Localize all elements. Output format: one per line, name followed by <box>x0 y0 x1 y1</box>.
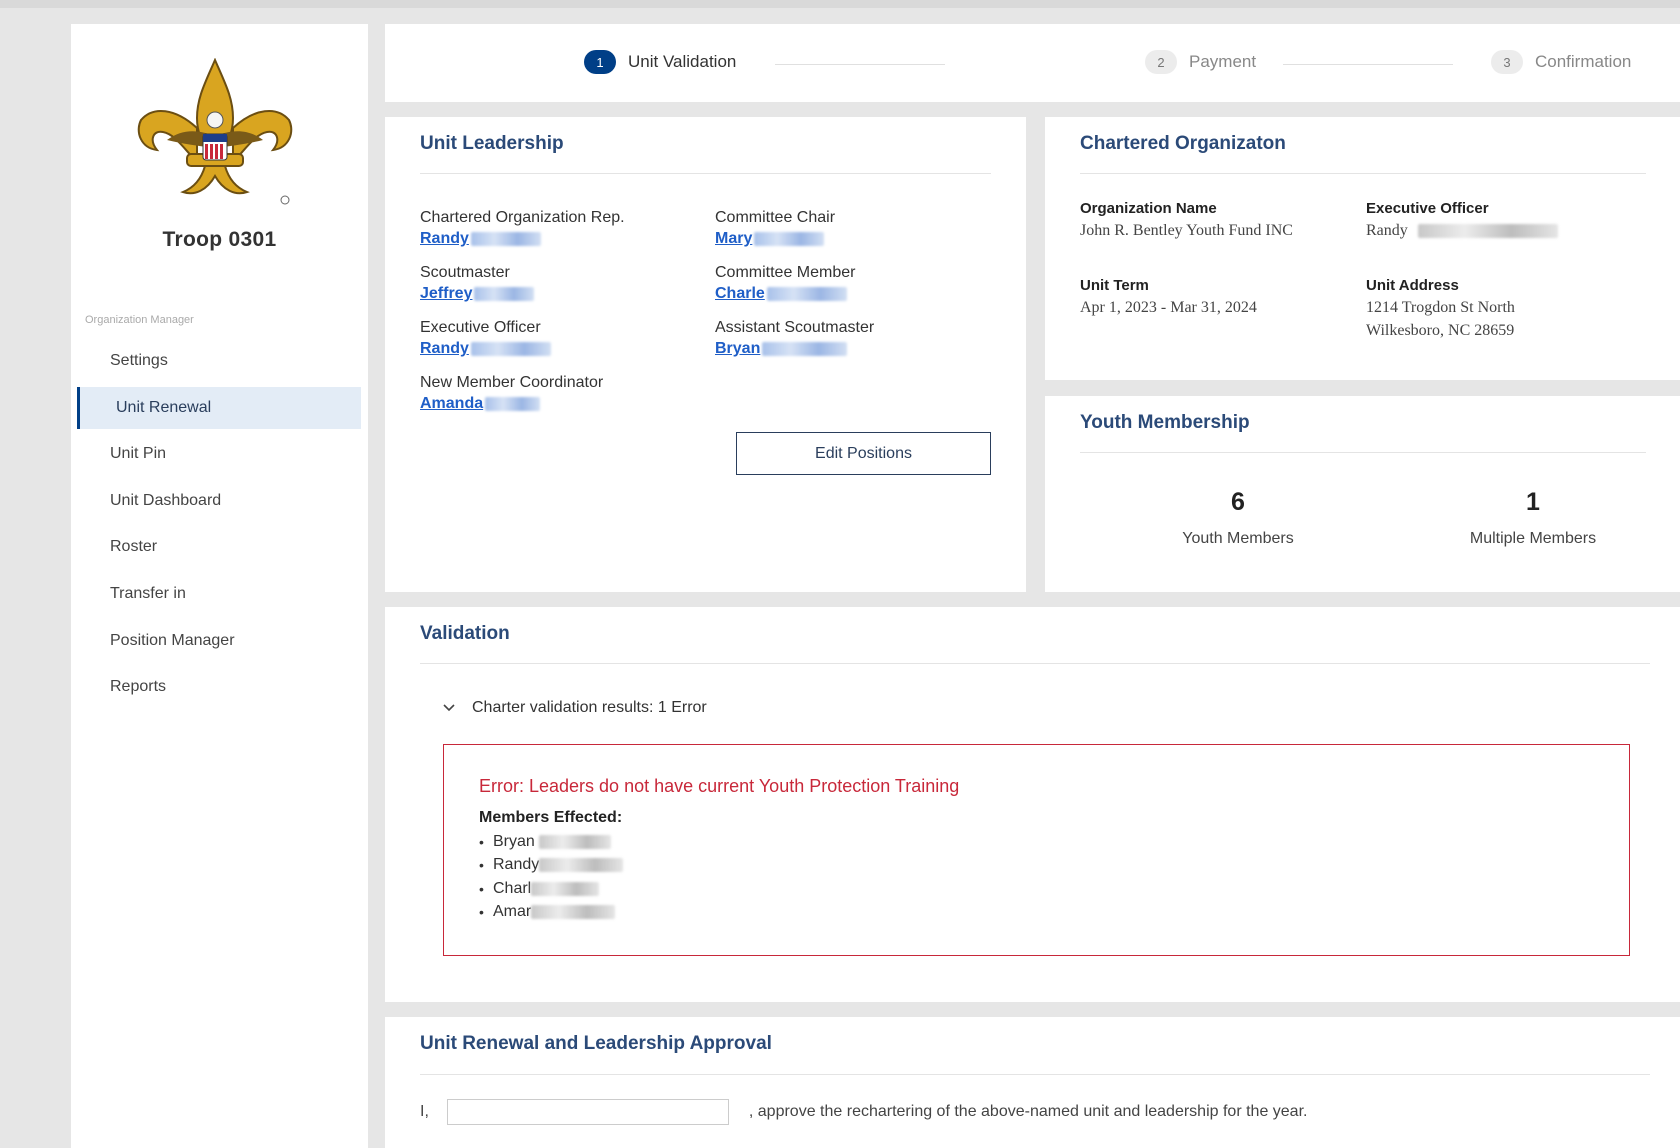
card-title: Unit Leadership <box>420 133 564 154</box>
step-number: 2 <box>1145 50 1177 74</box>
divider <box>420 173 991 174</box>
leader-name-link[interactable]: Jeffrey <box>420 283 535 305</box>
list-item: • Charl <box>479 877 623 901</box>
stat-value: 1 <box>1526 488 1540 516</box>
validation-results-text: Charter validation results: 1 Error <box>472 699 707 716</box>
divider <box>1080 452 1646 453</box>
sidebar-item-unit-dashboard[interactable]: Unit Dashboard <box>77 480 361 522</box>
leader-entry: Executive Officer Randy <box>420 318 551 360</box>
step-label: Unit Validation <box>628 52 737 71</box>
list-item: • Amar <box>479 901 623 925</box>
section-label: Organization Manager <box>85 314 194 326</box>
approval-statement: I, , approve the rechartering of the abo… <box>420 1099 1307 1125</box>
card-title: Validation <box>420 623 510 644</box>
unit-address-field: Unit Address 1214 Trogdon St North Wilke… <box>1366 276 1656 342</box>
card-title: Chartered Organizaton <box>1080 133 1286 154</box>
exec-officer-value: Randy <box>1366 219 1636 242</box>
step-confirmation: 3 Confirmation <box>1491 50 1631 74</box>
leader-position: Executive Officer <box>420 319 541 336</box>
field-label: Organization Name <box>1080 200 1217 217</box>
stat-label: Multiple Members <box>1469 530 1597 547</box>
leader-name-link[interactable]: Bryan <box>715 338 874 360</box>
exec-officer-field: Executive Officer Randy <box>1366 199 1636 242</box>
divider <box>420 1074 1650 1075</box>
address-line-2: Wilkesboro, NC 28659 <box>1366 322 1515 339</box>
address-line-1: 1214 Trogdon St North <box>1366 299 1515 316</box>
leader-entry: Committee Chair Mary <box>715 208 835 250</box>
unit-name: Troop 0301 <box>162 228 277 251</box>
org-name-value: John R. Bentley Youth Fund INC <box>1080 222 1293 239</box>
top-strip <box>0 0 1680 8</box>
multiple-members-stat: 1 Multiple Members <box>1423 488 1643 548</box>
leader-position: Committee Chair <box>715 209 836 226</box>
approval-card: Unit Renewal and Leadership Approval I, … <box>385 1017 1680 1148</box>
leader-name-link[interactable]: Amanda <box>420 393 603 415</box>
approval-prefix: I, <box>420 1103 429 1120</box>
unit-term-field: Unit Term Apr 1, 2023 - Mar 31, 2024 <box>1080 276 1350 319</box>
leader-entry: Chartered Organization Rep. Randy <box>420 208 625 250</box>
error-alert: Error: Leaders do not have current Youth… <box>443 744 1630 956</box>
members-effected-list: • Bryan • Randy • Charl • Amar <box>479 830 624 925</box>
youth-membership-card: Youth Membership 6 Youth Members 1 Multi… <box>1045 396 1680 592</box>
step-label: Payment <box>1189 52 1257 71</box>
leader-position: Committee Member <box>715 264 856 281</box>
stat-value: 6 <box>1231 488 1245 516</box>
leader-entry: New Member Coordinator Amanda <box>420 373 603 415</box>
members-effected-label: Members Effected: <box>479 809 623 826</box>
validation-card: Validation Charter validation results: 1… <box>385 607 1680 1002</box>
leader-name-link[interactable]: Randy <box>420 338 551 360</box>
leader-entry: Scoutmaster Jeffrey <box>420 263 535 305</box>
edit-positions-button[interactable]: Edit Positions <box>736 432 991 475</box>
divider <box>1080 173 1646 174</box>
sidebar-nav: Settings Unit Renewal Unit Pin Unit Dash… <box>77 340 361 713</box>
leader-position: New Member Coordinator <box>420 374 604 391</box>
step-number: 3 <box>1491 50 1523 74</box>
leader-position: Scoutmaster <box>420 264 510 281</box>
leader-name-link[interactable]: Randy <box>420 228 625 250</box>
stat-label: Youth Members <box>1182 530 1294 547</box>
unit-term-value: Apr 1, 2023 - Mar 31, 2024 <box>1080 299 1257 316</box>
step-unit-validation: 1 Unit Validation <box>584 50 736 74</box>
leader-position: Chartered Organization Rep. <box>420 209 625 226</box>
field-label: Unit Term <box>1080 277 1149 294</box>
card-title: Unit Renewal and Leadership Approval <box>420 1033 772 1054</box>
step-connector <box>1283 64 1453 65</box>
field-label: Unit Address <box>1366 277 1459 294</box>
divider <box>420 663 1650 664</box>
list-item: • Bryan <box>479 830 623 854</box>
sidebar-item-unit-pin[interactable]: Unit Pin <box>77 433 361 475</box>
org-name-field: Organization Name John R. Bentley Youth … <box>1080 199 1350 242</box>
approver-name-input[interactable] <box>446 1099 729 1125</box>
youth-members-stat: 6 Youth Members <box>1128 488 1348 548</box>
sidebar-item-roster[interactable]: Roster <box>77 526 361 568</box>
error-message: Error: Leaders do not have current Youth… <box>479 776 960 796</box>
step-payment: 2 Payment <box>1145 50 1256 74</box>
card-title: Youth Membership <box>1080 412 1250 433</box>
unit-leadership-card: Unit Leadership Chartered Organization R… <box>385 117 1026 592</box>
sidebar-item-transfer-in[interactable]: Transfer in <box>77 573 361 615</box>
bsa-logo <box>137 58 293 205</box>
step-label: Confirmation <box>1535 52 1632 71</box>
step-number: 1 <box>584 50 616 74</box>
sidebar-item-position-manager[interactable]: Position Manager <box>77 620 361 662</box>
validation-results-toggle[interactable]: Charter validation results: 1 Error <box>442 699 707 717</box>
step-connector <box>775 64 945 65</box>
leader-name-link[interactable]: Charle <box>715 283 855 305</box>
list-item: • Randy <box>479 854 624 878</box>
leader-name-link[interactable]: Mary <box>715 228 835 250</box>
sidebar-item-reports[interactable]: Reports <box>77 666 361 708</box>
leader-entry: Assistant Scoutmaster Bryan <box>715 318 874 360</box>
approval-suffix: , approve the rechartering of the above-… <box>748 1103 1308 1120</box>
sidebar-item-settings[interactable]: Settings <box>77 340 361 382</box>
sidebar: Troop 0301 Organization Manager Settings… <box>71 24 368 1148</box>
field-label: Executive Officer <box>1366 200 1489 217</box>
chevron-down-icon <box>443 704 455 712</box>
chartered-organization-card: Chartered Organizaton Organization Name … <box>1045 117 1680 380</box>
sidebar-item-unit-renewal[interactable]: Unit Renewal <box>77 386 361 429</box>
leader-position: Assistant Scoutmaster <box>715 319 875 336</box>
leader-entry: Committee Member Charle <box>715 263 855 305</box>
progress-stepper: 1 Unit Validation 2 Payment 3 Confirmati… <box>385 24 1680 102</box>
